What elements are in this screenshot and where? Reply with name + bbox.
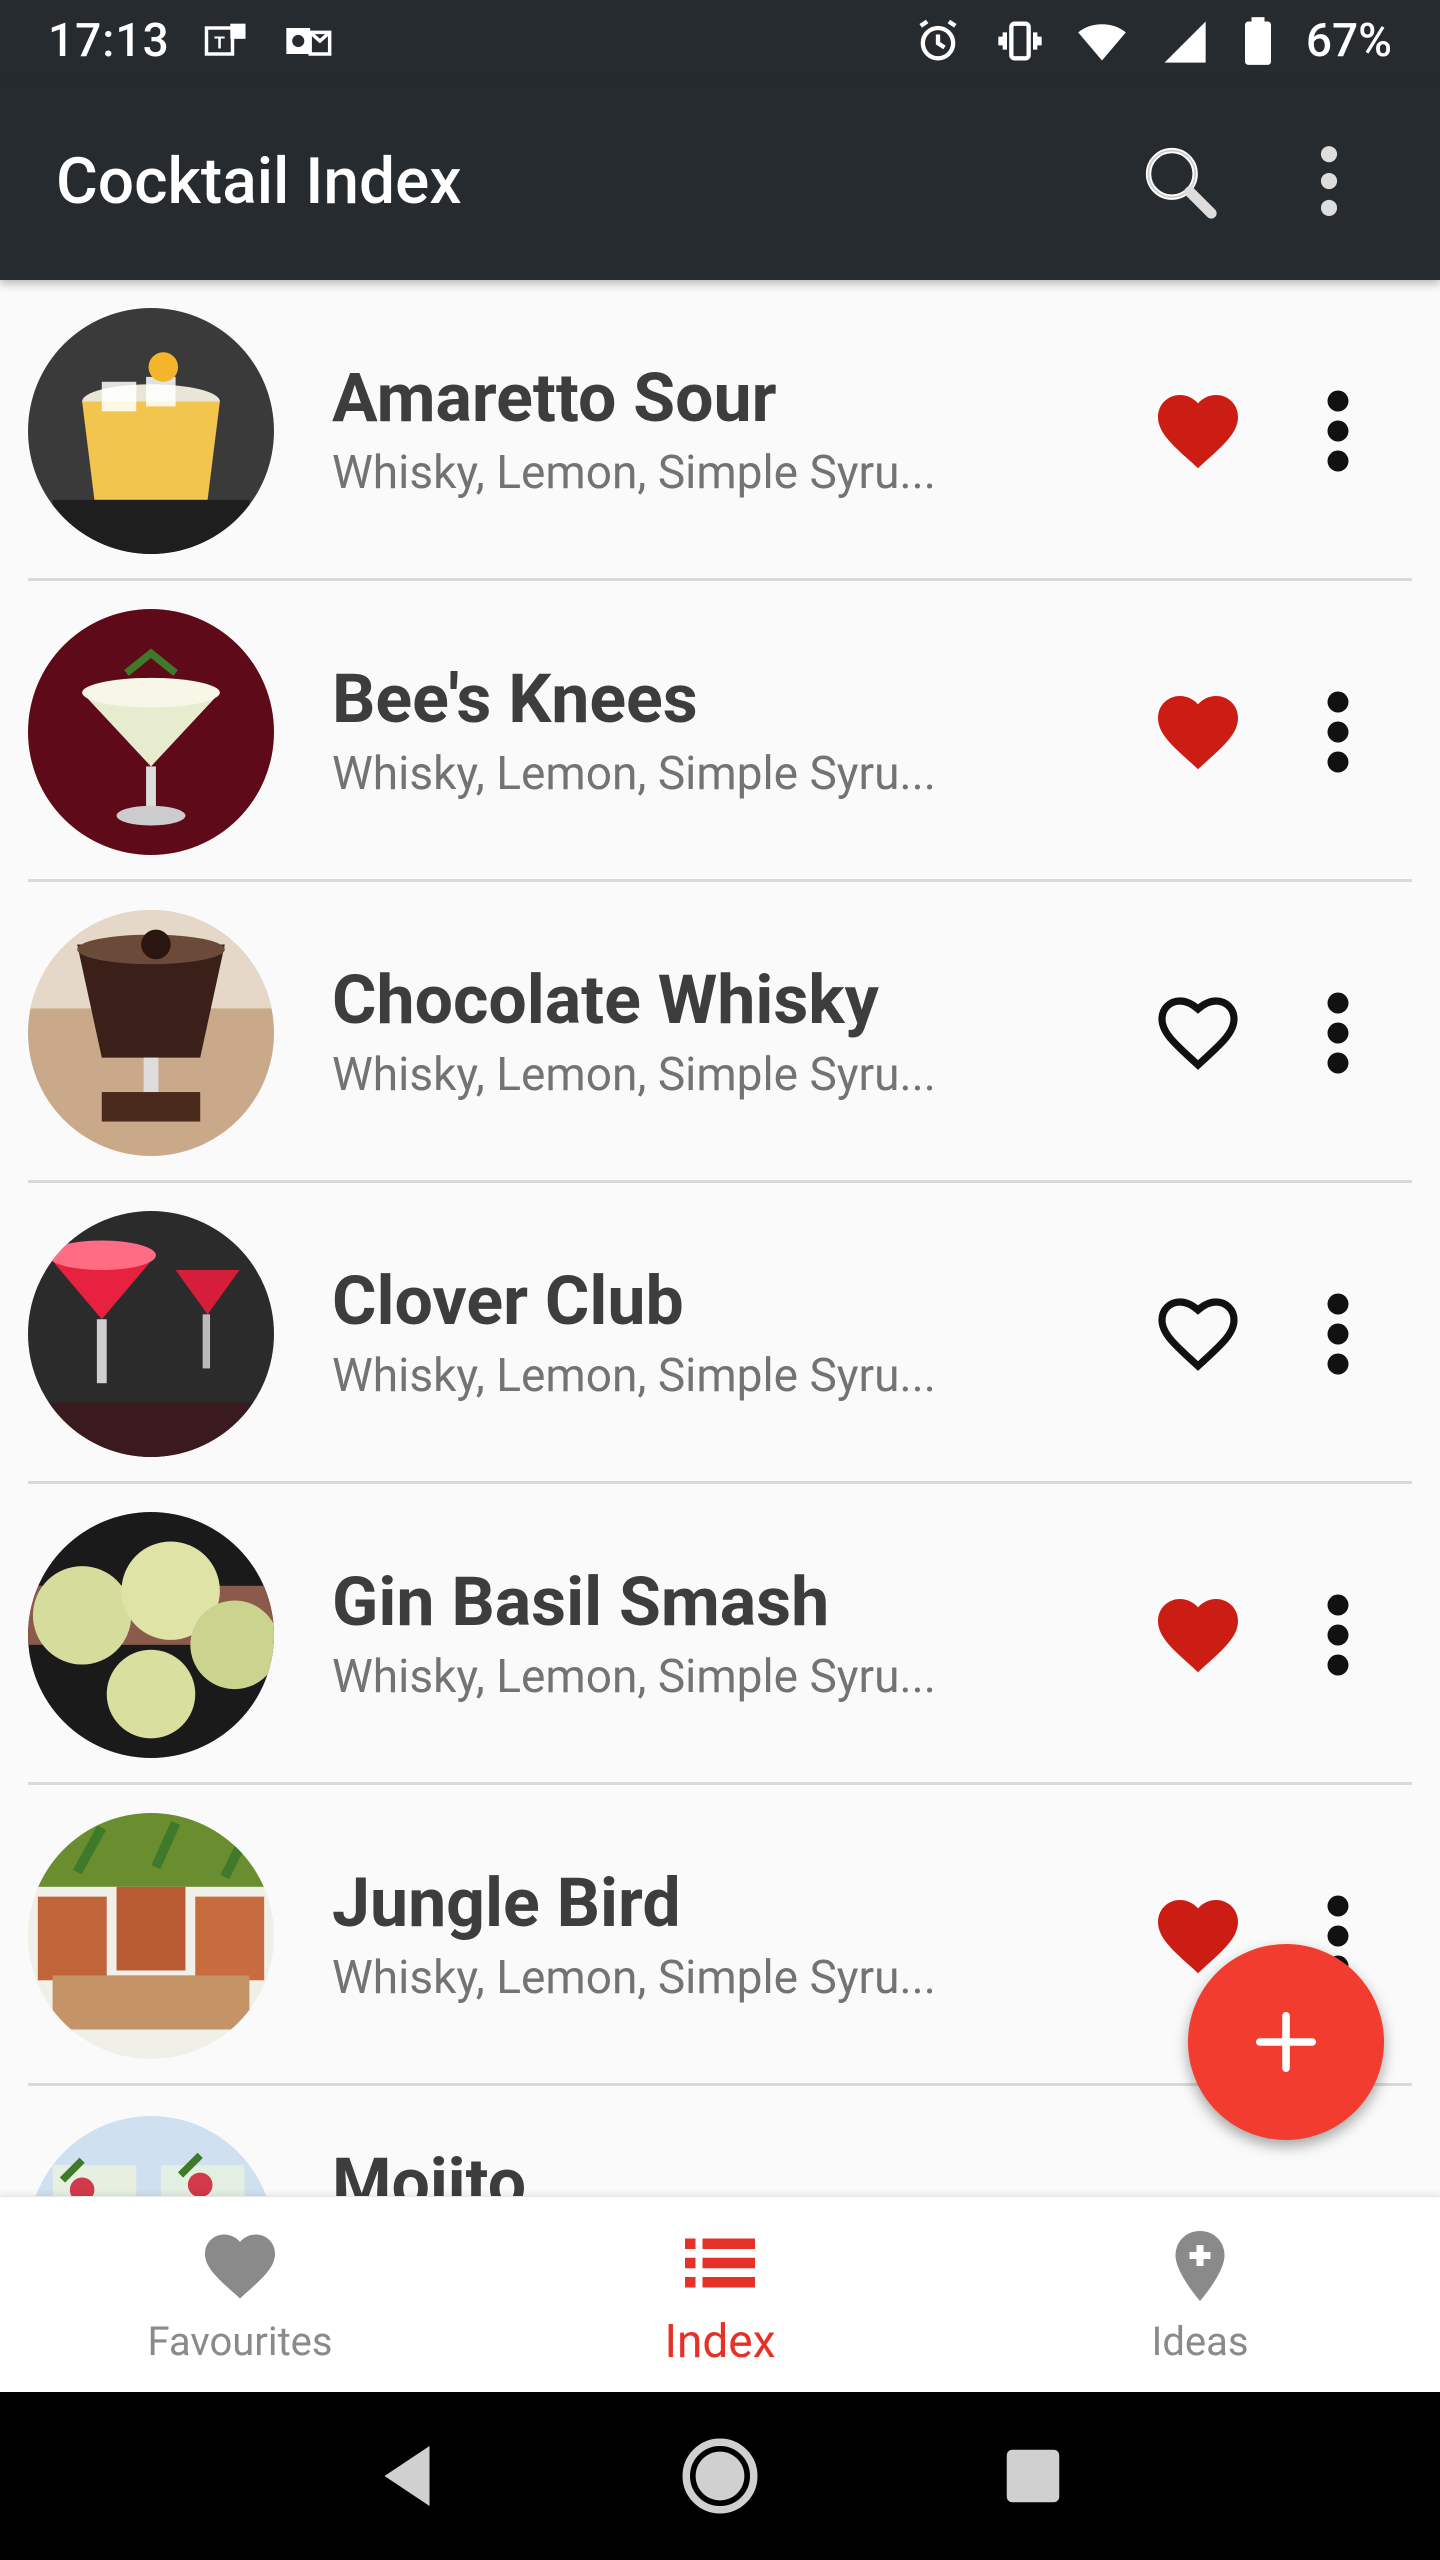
recents-icon [1007,2449,1060,2503]
cocktail-text: Amaretto Sour Whisky, Lemon, Simple Syru… [332,361,1138,500]
list-item[interactable]: Bee's Knees Whisky, Lemon, Simple Syru..… [0,581,1440,882]
cocktail-name: Gin Basil Smash [332,1562,830,1643]
cocktail-photo [28,608,274,855]
more-vert-icon [1327,992,1349,1073]
wifi-icon [1076,15,1128,67]
heart-filled-icon [1158,1598,1238,1672]
nav-index[interactable]: Index [480,2197,960,2392]
system-navigation-bar [0,2392,1440,2560]
list-item[interactable]: Chocolate Whisky Whisky, Lemon, Simple S… [0,882,1440,1183]
list-icon [678,2221,762,2305]
add-location-icon [1158,2224,1242,2308]
item-menu-button[interactable] [1288,371,1388,491]
cocktail-text: Gin Basil Smash Whisky, Lemon, Simple Sy… [332,1565,1138,1704]
cocktail-text: Clover Club Whisky, Lemon, Simple Syru..… [332,1264,1138,1403]
cocktail-name: Amaretto Sour [332,358,777,439]
heart-filled-icon [1158,394,1238,468]
list-item[interactable]: Gin Basil Smash Whisky, Lemon, Simple Sy… [0,1484,1440,1785]
more-vert-icon [1327,691,1349,772]
add-cocktail-button[interactable] [1188,1944,1384,2140]
more-vert-icon [1327,1594,1349,1675]
cocktail-text: Chocolate Whisky Whisky, Lemon, Simple S… [332,963,1138,1102]
favourite-toggle[interactable] [1138,1274,1258,1394]
search-button[interactable] [1124,126,1234,236]
status-time: 17:13 [48,14,170,68]
vibrate-icon [994,15,1046,67]
favourite-toggle[interactable] [1138,1575,1258,1695]
cocktail-ingredients: Whisky, Lemon, Simple Syru... [332,1348,936,1403]
status-bar: 17:13 T 67% [0,0,1440,82]
more-vert-icon [1320,146,1338,216]
bottom-navigation: Favourites Index Ideas [0,2196,1440,2392]
battery-icon [1240,15,1276,67]
nav-favourites[interactable]: Favourites [0,2197,480,2392]
status-right: 67% [912,14,1392,68]
alarm-icon [912,15,964,67]
battery-percent: 67% [1305,14,1392,68]
cocktail-ingredients: Whisky, Lemon, Simple Syru... [332,746,936,801]
status-left: 17:13 T [48,14,334,68]
cocktail-name: Bee's Knees [332,659,698,740]
cocktail-photo [28,909,274,1156]
cocktail-name: Jungle Bird [332,1863,681,1944]
cocktail-list: Amaretto Sour Whisky, Lemon, Simple Syru… [0,280,1440,2196]
heart-outline-icon [1158,996,1238,1070]
nav-ideas[interactable]: Ideas [960,2197,1440,2392]
item-menu-button[interactable] [1288,973,1388,1093]
recents-button[interactable] [988,2431,1078,2521]
item-menu-button[interactable] [1288,1274,1388,1394]
cocktail-name: Chocolate Whisky [332,960,879,1041]
search-icon [1145,147,1217,219]
outlook-icon [282,15,334,67]
more-vert-icon [1327,390,1349,471]
item-menu-button[interactable] [1288,1575,1388,1695]
add-icon [1255,2011,1317,2073]
home-button[interactable] [675,2431,765,2521]
cocktail-text: Bee's Knees Whisky, Lemon, Simple Syru..… [332,662,1138,801]
cocktail-photo [28,307,274,554]
app-bar: Cocktail Index [0,82,1440,280]
teams-icon: T [200,15,252,67]
heart-outline-icon [1158,1297,1238,1371]
cocktail-photo [28,1511,274,1758]
cocktail-text: Jungle Bird Whisky, Lemon, Simple Syru..… [332,1866,1138,2005]
app-title: Cocktail Index [56,143,462,219]
nav-label: Ideas [1151,2318,1249,2365]
back-button[interactable] [362,2431,452,2521]
back-icon [384,2446,430,2506]
cocktail-photo [28,1210,274,1457]
more-vert-icon [1327,1293,1349,1374]
item-menu-button[interactable] [1288,672,1388,792]
heart-icon [198,2224,282,2308]
cocktail-photo [28,1812,274,2059]
cocktail-name: Clover Club [332,1261,684,1342]
list-item[interactable]: Clover Club Whisky, Lemon, Simple Syru..… [0,1183,1440,1484]
favourite-toggle[interactable] [1138,371,1258,491]
favourite-toggle[interactable] [1138,672,1258,792]
favourite-toggle[interactable] [1138,973,1258,1093]
nav-label: Index [664,2314,776,2369]
heart-filled-icon [1158,695,1238,769]
cocktail-ingredients: Whisky, Lemon, Simple Syru... [332,1047,936,1102]
cocktail-photo [28,2116,274,2196]
svg-text:T: T [214,33,225,53]
home-icon [682,2438,758,2514]
signal-icon [1158,15,1210,67]
cocktail-ingredients: Whisky, Lemon, Simple Syru... [332,1950,936,2005]
overflow-menu-button[interactable] [1274,126,1384,236]
cocktail-name: Mojito [332,2143,527,2196]
cocktail-ingredients: Whisky, Lemon, Simple Syru... [332,445,936,500]
nav-label: Favourites [147,2318,333,2365]
cocktail-ingredients: Whisky, Lemon, Simple Syru... [332,1649,936,1704]
list-item[interactable]: Amaretto Sour Whisky, Lemon, Simple Syru… [0,280,1440,581]
